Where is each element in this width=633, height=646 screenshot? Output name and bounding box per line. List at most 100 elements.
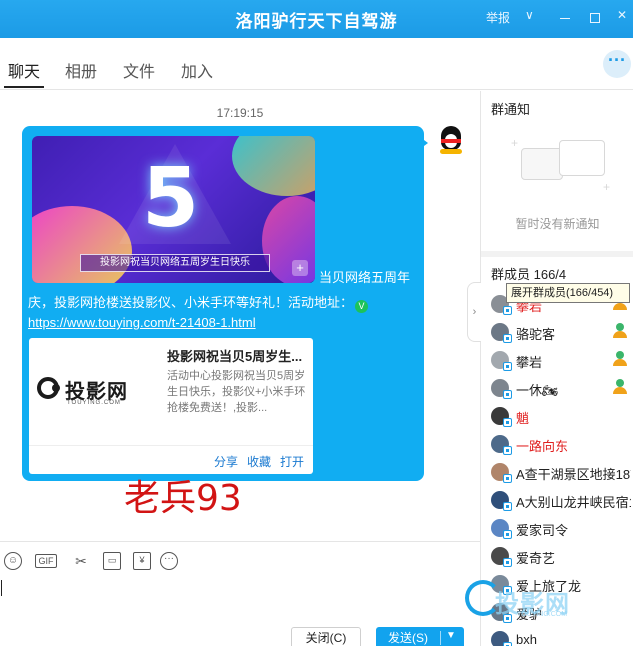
member-row[interactable]: 魈 bbox=[481, 403, 633, 431]
input-toolbar: ☺ GIF ✂ ▭ ¥ ··· bbox=[0, 541, 480, 577]
message-timestamp: 17:19:15 bbox=[216, 106, 264, 120]
report-button[interactable]: 举报 bbox=[486, 9, 510, 26]
active-tab-indicator bbox=[4, 86, 44, 88]
member-row[interactable]: 爱家司令 bbox=[481, 515, 633, 543]
tab-chat[interactable]: 聊天 bbox=[8, 58, 40, 82]
role-body bbox=[613, 331, 627, 338]
more-tools-icon[interactable]: ··· bbox=[160, 552, 178, 570]
plus-icon: + bbox=[511, 136, 519, 150]
title-bar: 洛阳驴行天下自驾游 举报 ∨ ✕ bbox=[0, 0, 633, 38]
message-link[interactable]: https://www.touying.com/t-21408-1.html bbox=[28, 315, 256, 330]
scissors-icon[interactable]: ✂ bbox=[72, 552, 90, 570]
member-name: 魈 bbox=[516, 411, 530, 426]
watermark-url: TOUYING.COM bbox=[517, 611, 568, 618]
maximize-icon[interactable] bbox=[590, 13, 600, 23]
emoji-icon[interactable]: ☺ bbox=[4, 552, 22, 570]
message-input[interactable] bbox=[0, 577, 480, 627]
tab-album[interactable]: 相册 bbox=[65, 58, 97, 82]
member-name: A大别山龙井峡民宿1 bbox=[516, 495, 631, 510]
member-row[interactable]: A查干湖景区地接187 bbox=[481, 459, 633, 487]
member-name: 爱奇艺 bbox=[516, 551, 556, 566]
send-label: 发送(S) bbox=[388, 631, 428, 645]
role-body bbox=[613, 387, 627, 394]
brand-logo: 投影网 TOUYING.COM bbox=[37, 373, 152, 413]
image-icon[interactable]: ▭ bbox=[103, 552, 121, 570]
plus-icon: + bbox=[603, 180, 611, 194]
send-button[interactable]: 发送(S) ▼ bbox=[376, 627, 464, 646]
admin-role-icon bbox=[613, 323, 627, 339]
link-preview-card[interactable]: 投影网 TOUYING.COM 投影网祝当贝5周岁生... 活动中心投影网祝当贝… bbox=[29, 338, 313, 474]
message-text: 当贝网络五周年 庆，投影网抢楼送投影仪、小米手环等好礼！活动地址： V bbox=[28, 265, 420, 315]
member-name: 爱家司令 bbox=[516, 523, 569, 538]
card-description: 活动中心投影网祝当贝5周岁生日快乐，投影仪+小米手环抢楼免费送！,投影... bbox=[167, 370, 306, 414]
message-text-line1: 当贝网络五周年 bbox=[319, 270, 411, 285]
device-badge-icon bbox=[503, 530, 512, 539]
member-name: bxh bbox=[516, 632, 537, 646]
member-row[interactable]: A大别山龙井峡民宿1 bbox=[481, 487, 633, 515]
role-head bbox=[616, 323, 624, 331]
close-button[interactable]: 关闭(C) bbox=[291, 627, 361, 646]
window-title: 洛阳驴行天下自驾游 bbox=[235, 12, 398, 31]
red-packet-icon[interactable]: ¥ bbox=[133, 552, 151, 570]
penguin-scarf bbox=[441, 139, 461, 143]
site-watermark-logo: 投影网 TOUYING.COM bbox=[465, 580, 630, 624]
member-name: 一路向东 bbox=[516, 439, 569, 454]
poster-number: 5 bbox=[142, 151, 200, 246]
device-badge-icon bbox=[503, 334, 512, 343]
members-tooltip: 展开群成员(166/454) bbox=[506, 283, 630, 303]
member-row[interactable]: 骆驼客 bbox=[481, 319, 633, 347]
tab-join[interactable]: 加入 bbox=[181, 58, 213, 82]
device-badge-icon bbox=[503, 390, 512, 399]
role-body bbox=[613, 359, 627, 366]
card-title: 投影网祝当贝5周岁生... bbox=[167, 349, 303, 364]
device-badge-icon bbox=[503, 362, 512, 371]
members-title[interactable]: 群成员 166/4 bbox=[491, 264, 566, 283]
notice-title: 群通知 bbox=[491, 102, 531, 117]
bubble-tail bbox=[420, 137, 428, 149]
overlay-name-text: 老兵93 bbox=[124, 478, 242, 519]
logo-dot-icon bbox=[52, 384, 60, 392]
logo-brand-sub: TOUYING.COM bbox=[67, 400, 121, 406]
role-head bbox=[616, 379, 624, 387]
verified-icon: V bbox=[355, 300, 369, 313]
poster-image[interactable]: 5 投影网祝当贝网络五周岁生日快乐 + bbox=[32, 136, 315, 283]
more-options-icon[interactable]: ··· bbox=[603, 50, 631, 78]
penguin-feet bbox=[440, 149, 462, 154]
device-badge-icon bbox=[503, 306, 512, 315]
notice-empty-text: 暂时没有新通知 bbox=[515, 217, 600, 231]
admin-role-icon bbox=[613, 379, 627, 395]
open-link[interactable]: 打开 bbox=[280, 453, 304, 470]
chevron-down-icon[interactable]: ∨ bbox=[525, 8, 534, 22]
member-row[interactable]: 爱奇艺 bbox=[481, 543, 633, 571]
send-options-icon[interactable]: ▼ bbox=[446, 630, 456, 641]
decor-blob bbox=[232, 136, 315, 196]
device-badge-icon bbox=[503, 558, 512, 567]
member-row[interactable]: bxh bbox=[481, 627, 633, 646]
device-badge-icon bbox=[503, 418, 512, 427]
tab-bar: 聊天 相册 文件 加入 ··· bbox=[0, 38, 633, 90]
message-bubble: 5 投影网祝当贝网络五周岁生日快乐 + 当贝网络五周年 庆，投影网抢楼送投影仪、… bbox=[22, 126, 424, 481]
member-row[interactable]: 一休🏍 bbox=[481, 375, 633, 403]
device-badge-icon bbox=[503, 642, 512, 646]
text-caret bbox=[1, 580, 2, 596]
favorite-link[interactable]: 收藏 bbox=[247, 453, 271, 470]
right-panel: 群通知 + + 暂时没有新通知 群成员 166/4 攀岩 骆驼客 攀岩 一休🏍 魈一路向… bbox=[480, 91, 633, 646]
device-badge-icon bbox=[503, 502, 512, 511]
close-icon[interactable]: ✕ bbox=[617, 8, 627, 22]
penguin-avatar-icon[interactable] bbox=[437, 126, 465, 156]
device-badge-icon bbox=[503, 446, 512, 455]
share-link[interactable]: 分享 bbox=[214, 453, 238, 470]
admin-role-icon bbox=[613, 351, 627, 367]
minimize-icon[interactable] bbox=[560, 18, 570, 19]
member-row[interactable]: 攀岩 bbox=[481, 347, 633, 375]
member-name: A查干湖景区地接187 bbox=[516, 467, 631, 482]
member-row[interactable]: 一路向东 bbox=[481, 431, 633, 459]
section-divider bbox=[481, 251, 633, 257]
role-head bbox=[616, 351, 624, 359]
illustration-card bbox=[559, 140, 605, 176]
gif-icon[interactable]: GIF bbox=[35, 554, 57, 568]
illustration-card bbox=[521, 148, 563, 180]
device-badge-icon bbox=[503, 474, 512, 483]
tab-files[interactable]: 文件 bbox=[123, 58, 155, 82]
collapse-panel-icon[interactable]: › bbox=[467, 282, 481, 342]
